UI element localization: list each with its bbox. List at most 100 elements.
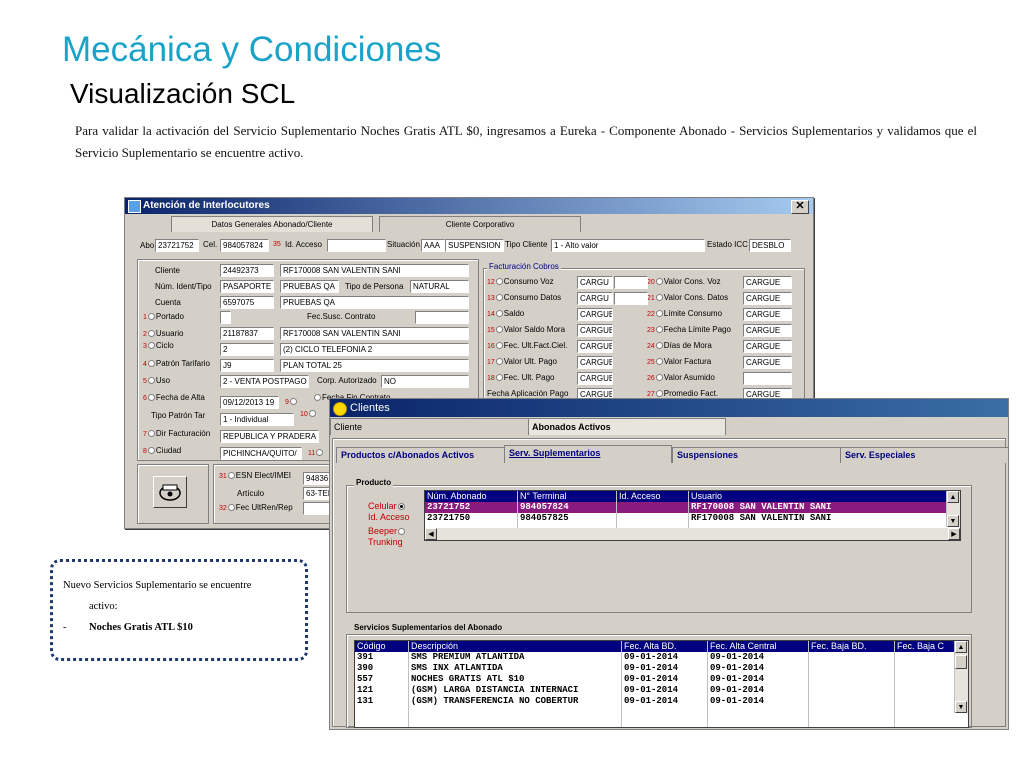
- usuario-radio[interactable]: [147, 330, 155, 338]
- servicios-header-alta-central[interactable]: Fec. Alta Central: [708, 641, 777, 652]
- servicios-scroll-thumb[interactable]: [955, 655, 967, 669]
- tab-abonados-activos[interactable]: Abonados Activos: [528, 418, 726, 435]
- radio-trunking-label[interactable]: Trunking: [368, 537, 403, 548]
- tab-suspensiones[interactable]: Suspensiones: [672, 447, 841, 463]
- acc-field[interactable]: [327, 239, 386, 252]
- ident-type-field[interactable]: PASAPORTE: [220, 280, 274, 293]
- fact-row-field[interactable]: CARGUE: [577, 356, 613, 369]
- fact-row-field[interactable]: CARGUE: [743, 276, 792, 289]
- fact-row-field[interactable]: CARGU: [577, 276, 613, 289]
- fact-row-field[interactable]: CARGUE: [577, 324, 613, 337]
- fact-row-radio[interactable]: [495, 278, 503, 286]
- radio-beeper-button[interactable]: [398, 528, 406, 536]
- ciclo-name-field[interactable]: (2) CICLO TELEFONIA 2: [280, 343, 469, 356]
- fact-row-field[interactable]: CARGUE: [743, 356, 792, 369]
- close-button[interactable]: ✕: [791, 200, 809, 214]
- ident-value-field[interactable]: PRUEBAS QA: [280, 280, 339, 293]
- fact-row-field[interactable]: CARGUE: [743, 324, 792, 337]
- fact-row-radio[interactable]: [495, 326, 503, 334]
- radio-id-acceso-label[interactable]: Id. Acceso: [368, 512, 410, 523]
- producto-header-acceso[interactable]: Id. Acceso: [617, 491, 661, 502]
- servicios-row[interactable]: 557 NOCHES GRATIS ATL $10 09-01-2014 09-01-…: [355, 674, 968, 685]
- cliente-name-field[interactable]: RF170008 SAN VALENTIN SANI: [280, 264, 469, 277]
- cuenta-name-field[interactable]: PRUEBAS QA: [280, 296, 469, 309]
- producto-row[interactable]: 23721752 984057824 RF170008 SAN VALENTIN S…: [425, 502, 960, 513]
- fact-row-field[interactable]: CARGUE: [577, 308, 613, 321]
- servicios-header-alta-bd[interactable]: Fec. Alta BD.: [622, 641, 677, 652]
- servicios-vertical-scrollbar[interactable]: ▲ ▼: [954, 641, 968, 713]
- fact-row-field[interactable]: CARGUE: [577, 372, 613, 385]
- servicios-header-baja-central[interactable]: Fec. Baja C: [895, 641, 944, 652]
- fact-row-radio[interactable]: [655, 310, 663, 318]
- tab-cliente-corporativo[interactable]: Cliente Corporativo: [379, 216, 581, 232]
- producto-header-terminal[interactable]: N° Terminal: [518, 491, 566, 502]
- producto-scroll-left-button[interactable]: ◀: [425, 528, 437, 540]
- tipo-persona-field[interactable]: NATURAL: [410, 280, 469, 293]
- ciclo-id-field[interactable]: 2: [220, 343, 274, 356]
- situacion-field[interactable]: SUSPENSION: [445, 239, 504, 252]
- fec-ult-radio[interactable]: [227, 504, 235, 512]
- cel-field[interactable]: 984057824: [220, 239, 269, 252]
- corp-field[interactable]: NO: [381, 375, 469, 388]
- producto-horizontal-scrollbar[interactable]: ◀ ▶: [425, 528, 960, 540]
- esn-radio[interactable]: [227, 472, 235, 480]
- servicios-scroll-up-button[interactable]: ▲: [955, 641, 967, 653]
- abo-field[interactable]: 23721752: [155, 239, 199, 252]
- producto-header-usuario[interactable]: Usuario: [689, 491, 722, 502]
- fact-row-radio[interactable]: [655, 294, 663, 302]
- fact-row-radio[interactable]: [495, 342, 503, 350]
- fact-row-radio[interactable]: [655, 358, 663, 366]
- usuario-name-field[interactable]: RF170008 SAN VALENTIN SANI: [280, 327, 469, 340]
- radio-beeper[interactable]: Beeper: [368, 526, 406, 537]
- alta-field[interactable]: 09/12/2013 19: [220, 396, 279, 409]
- tab-cliente[interactable]: Cliente: [330, 418, 530, 435]
- tab-serv-especiales[interactable]: Serv. Especiales: [840, 447, 1008, 463]
- tab-serv-suplementarios[interactable]: Serv. Suplementarios: [504, 445, 672, 463]
- fact-row-field[interactable]: CARGUE: [743, 292, 792, 305]
- fact-row-radio[interactable]: [495, 310, 503, 318]
- fact-extra-field[interactable]: [614, 276, 648, 289]
- fact-row-radio[interactable]: [495, 358, 503, 366]
- dir-field[interactable]: REPUBLICA Y PRADERA: [220, 430, 319, 443]
- phone-button[interactable]: [153, 476, 187, 508]
- estado-icc-field[interactable]: DESBLO: [749, 239, 791, 252]
- plan-name-field[interactable]: PLAN TOTAL 25: [280, 359, 469, 372]
- ciclo-radio[interactable]: [147, 342, 155, 350]
- portado-radio[interactable]: [147, 313, 155, 321]
- dir-radio[interactable]: [147, 430, 155, 438]
- ciudad-radio[interactable]: [147, 447, 155, 455]
- fact-row-field[interactable]: CARGUE: [743, 340, 792, 353]
- servicios-row[interactable]: 121 (GSM) LARGA DISTANCIA INTERNACI 09-01-…: [355, 685, 968, 696]
- servicios-row[interactable]: 390 SMS INX ATLANTIDA 09-01-2014 09-01-2014: [355, 663, 968, 674]
- alta-radio[interactable]: [147, 394, 155, 402]
- fact-row-radio[interactable]: [655, 390, 663, 398]
- fact-row-radio[interactable]: [655, 326, 663, 334]
- plan-id-field[interactable]: J9: [220, 359, 274, 372]
- fec-contrato-radio[interactable]: [314, 394, 321, 402]
- fec-susc-field[interactable]: [415, 311, 469, 324]
- ciudad-field[interactable]: PICHINCHA/QUITO/: [220, 447, 302, 460]
- fact-row-radio[interactable]: [655, 374, 663, 382]
- fact-row-field[interactable]: CARGU: [577, 292, 613, 305]
- ciudad-n2-radio[interactable]: [316, 449, 324, 457]
- portado-checkbox[interactable]: [220, 311, 231, 324]
- servicios-header-codigo[interactable]: Código: [355, 641, 386, 652]
- fact-row-radio[interactable]: [655, 278, 663, 286]
- servicios-scroll-down-button[interactable]: ▼: [955, 701, 967, 713]
- cliente-id-field[interactable]: 24492373: [220, 264, 274, 277]
- situacion-code-field[interactable]: AAA: [421, 239, 445, 252]
- fact-row-radio[interactable]: [495, 374, 503, 382]
- plan-radio[interactable]: [147, 360, 155, 368]
- servicios-header-descripcion[interactable]: Descripción: [409, 641, 458, 652]
- producto-vertical-scrollbar[interactable]: ▲ ▼: [946, 491, 960, 527]
- fact-row-field[interactable]: CARGUE: [577, 340, 613, 353]
- tp-n2-radio[interactable]: [308, 410, 316, 418]
- servicios-row[interactable]: 391 SMS PREMIUM ATLANTIDA 09-01-2014 09-01-…: [355, 652, 968, 663]
- producto-scroll-down-button[interactable]: ▼: [947, 515, 959, 527]
- fact-row-radio[interactable]: [655, 342, 663, 350]
- uso-radio[interactable]: [147, 377, 155, 385]
- fact-row-field[interactable]: [743, 372, 792, 385]
- usuario-id-field[interactable]: 21187837: [220, 327, 274, 340]
- tab-productos-abonados[interactable]: Productos c/Abonados Activos: [336, 447, 505, 463]
- producto-row[interactable]: 23721750 984057825 RF170008 SAN VALENTIN S…: [425, 513, 960, 524]
